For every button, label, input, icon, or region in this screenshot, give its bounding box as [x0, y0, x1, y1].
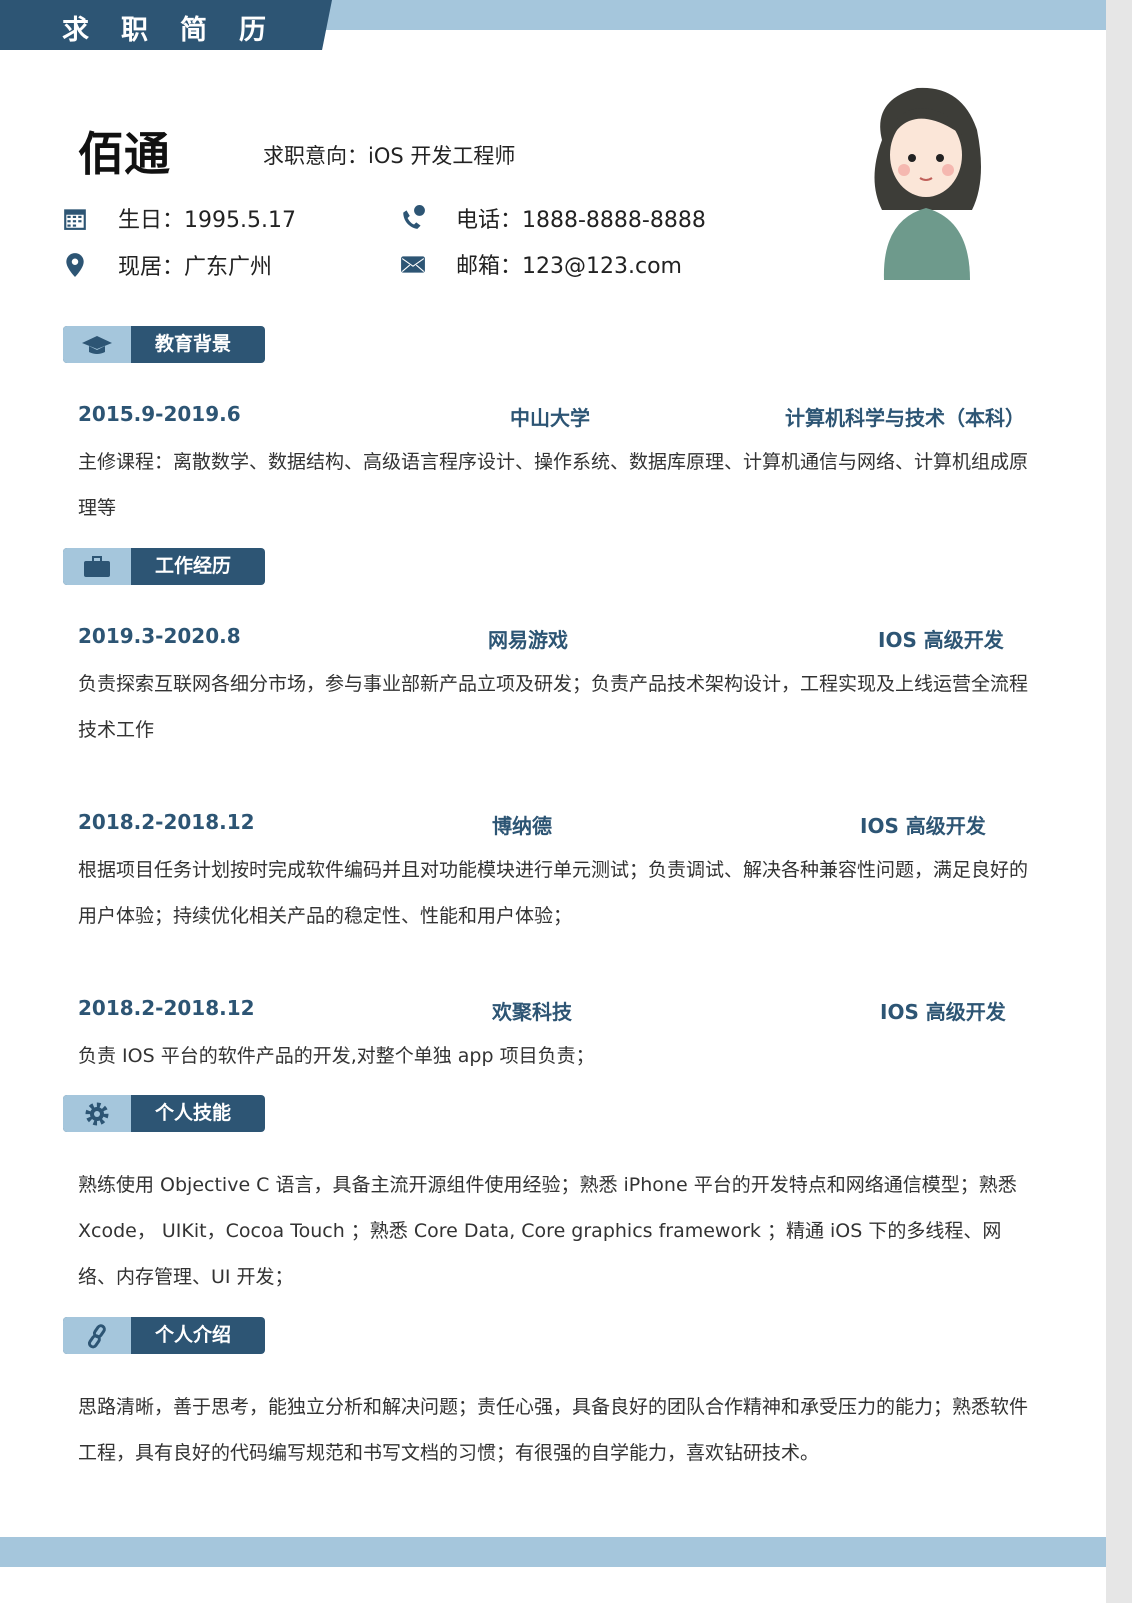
calendar-icon — [64, 209, 86, 230]
resume-title: 求职简历 — [62, 15, 298, 46]
section-header-work: 工作经历 — [63, 548, 265, 585]
briefcase-icon — [84, 555, 110, 577]
education-date: 2015.9-2019.6 — [78, 402, 241, 426]
section-header-skills: 个人技能 — [63, 1095, 265, 1132]
email-info: 邮箱：123@123.com — [400, 248, 682, 280]
section-title: 教育背景 — [155, 333, 232, 355]
work-company: 网易游戏 — [488, 628, 568, 652]
work-description: 负责 IOS 平台的软件产品的开发,对整个单独 app 项目负责； — [78, 1045, 595, 1067]
section-title: 个人技能 — [155, 1102, 232, 1124]
birthday-info: 生日：1995.5.17 — [62, 202, 296, 234]
birthday-text: 生日：1995.5.17 — [118, 208, 296, 233]
avatar-illustration — [874, 87, 981, 280]
work-description: 负责探索互联网各细分市场，参与事业部新产品立项及研发；负责产品技术架构设计，工程… — [78, 673, 1029, 741]
location-text: 现居：广东广州 — [118, 255, 273, 280]
education-school: 中山大学 — [510, 406, 590, 430]
work-date: 2018.2-2018.12 — [78, 810, 255, 834]
phone-text: 电话：1888-8888-8888 — [456, 208, 706, 233]
education-courses: 主修课程：离散数学、数据结构、高级语言程序设计、操作系统、数据库原理、计算机通信… — [78, 451, 1029, 519]
work-role: IOS 高级开发 — [878, 628, 1004, 652]
graduation-cap-icon — [82, 335, 112, 354]
gear-icon — [85, 1102, 109, 1125]
bottom-accent-bar — [0, 1537, 1106, 1567]
link-icon — [87, 1323, 106, 1348]
envelope-icon — [401, 256, 425, 273]
candidate-name: 佰通 — [78, 127, 170, 181]
skills-text: 熟练使用 Objective C 语言，具备主流开源组件使用经验；熟悉 iPho… — [78, 1174, 1017, 1288]
work-company: 博纳德 — [492, 814, 552, 838]
work-role: IOS 高级开发 — [860, 814, 986, 838]
location-pin-icon — [66, 253, 84, 277]
phone-info: 电话：1888-8888-8888 — [400, 202, 706, 234]
work-date: 2019.3-2020.8 — [78, 624, 241, 648]
location-info: 现居：广东广州 — [62, 249, 272, 281]
phone-icon — [403, 205, 425, 229]
work-description: 根据项目任务计划按时完成软件编码并且对功能模块进行单元测试；负责调试、解决各种兼… — [78, 859, 1029, 927]
section-header-education: 教育背景 — [63, 326, 265, 363]
section-header-intro: 个人介绍 — [63, 1317, 265, 1354]
work-role: IOS 高级开发 — [880, 1000, 1006, 1024]
work-company: 欢聚科技 — [492, 1000, 572, 1024]
work-date: 2018.2-2018.12 — [78, 996, 255, 1020]
education-major: 计算机科学与技术（本科） — [785, 406, 1025, 430]
section-title: 工作经历 — [155, 555, 232, 577]
section-title: 个人介绍 — [155, 1324, 232, 1346]
resume-page: 求职简历 佰通 求职意向：iOS 开发工程师 生日：1995.5.17 现居：广… — [0, 0, 1106, 1603]
intro-text: 思路清晰，善于思考，能独立分析和解决问题；责任心强，具备良好的团队合作精神和承受… — [78, 1396, 1029, 1464]
email-text: 邮箱：123@123.com — [456, 254, 682, 279]
job-intent: 求职意向：iOS 开发工程师 — [263, 144, 516, 168]
